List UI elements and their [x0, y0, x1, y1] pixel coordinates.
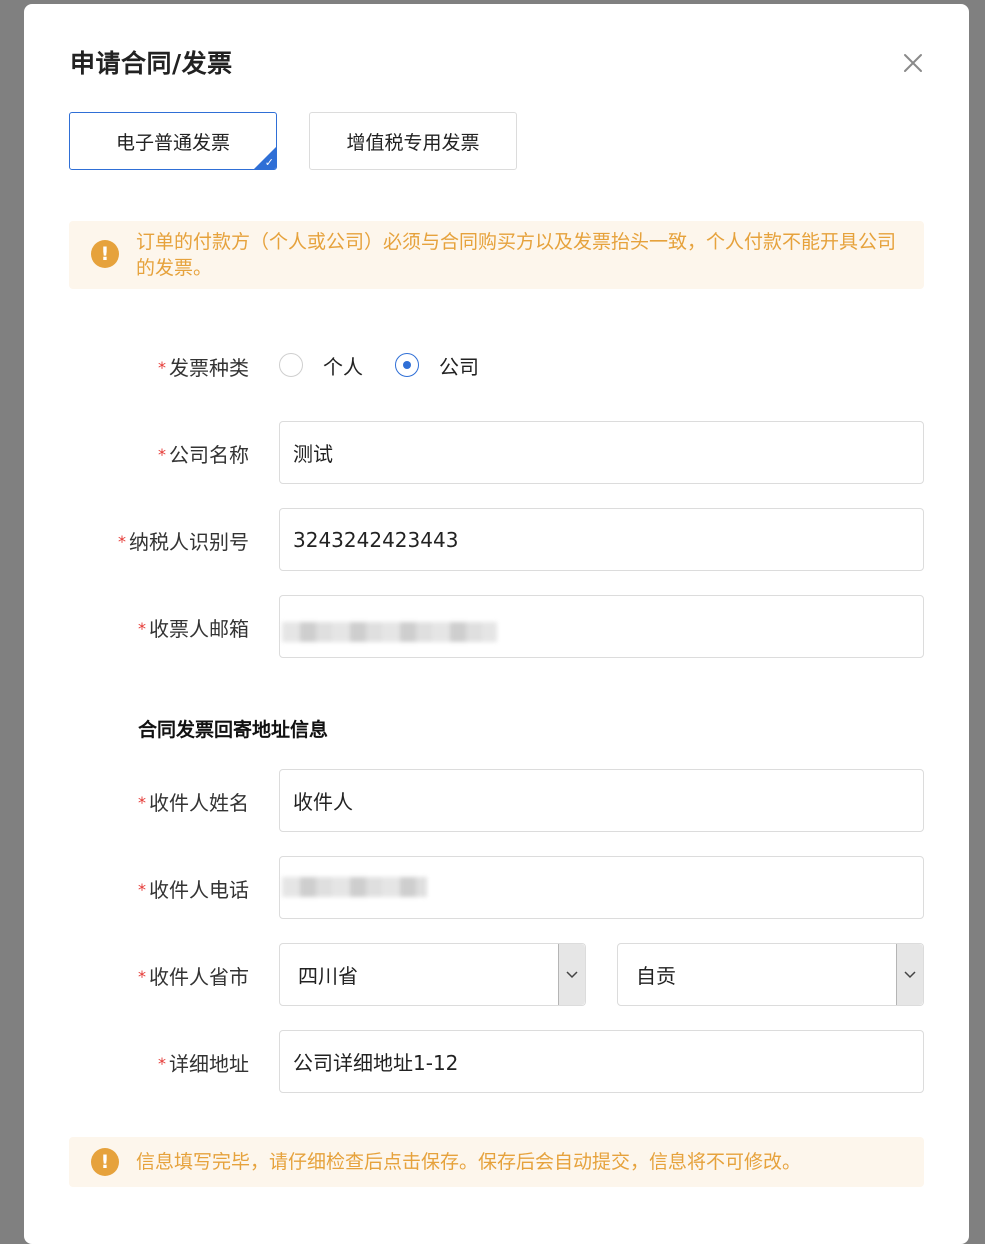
required-mark: * [158, 445, 166, 464]
close-icon[interactable] [902, 52, 924, 74]
radio-company[interactable]: 公司 [395, 351, 479, 380]
redacted-phone [282, 877, 427, 897]
radio-label: 公司 [439, 354, 479, 379]
label-text: 详细地址 [169, 1052, 249, 1076]
province-value: 四川省 [298, 964, 358, 988]
label-text: 收件人电话 [149, 878, 249, 902]
required-mark: * [138, 880, 146, 899]
bottom-warning-alert: ! 信息填写完毕，请仔细检查后点击保存。保存后会自动提交，信息将不可修改。 [69, 1137, 924, 1187]
recipient-name-label: * 收件人姓名 [138, 787, 249, 816]
required-mark: * [138, 967, 146, 986]
label-text: 纳税人识别号 [129, 530, 249, 554]
label-text: 发票种类 [169, 356, 249, 380]
radio-personal[interactable]: 个人 [279, 351, 363, 380]
invoice-type-label: * 发票种类 [158, 352, 249, 381]
company-name-label: * 公司名称 [158, 439, 249, 468]
tab-vat-invoice[interactable]: 增值税专用发票 [309, 112, 517, 170]
label-text: 收票人邮箱 [149, 617, 249, 641]
recipient-phone-label: * 收件人电话 [138, 874, 249, 903]
required-mark: * [138, 619, 146, 638]
address-label: * 详细地址 [158, 1048, 249, 1077]
exclamation-icon: ! [91, 1148, 119, 1176]
address-input[interactable]: 公司详细地址1-12 [279, 1030, 924, 1093]
alert-text: 订单的付款方（个人或公司）必须与合同购买方以及发票抬头一致，个人付款不能开具公司… [136, 231, 897, 279]
city-value: 自贡 [636, 964, 676, 988]
invoice-dialog: 申请合同/发票 电子普通发票 ✓ 增值税专用发票 ! 订单的付款方（个人或公司）… [24, 4, 969, 1244]
redacted-email [282, 622, 497, 642]
check-icon: ✓ [264, 156, 274, 169]
tab-label: 增值税专用发票 [346, 131, 480, 154]
radio-circle[interactable] [279, 353, 303, 377]
province-select[interactable]: 四川省 [279, 943, 586, 1006]
company-name-input[interactable]: 测试 [279, 421, 924, 484]
recipient-region-label: * 收件人省市 [138, 961, 249, 990]
exclamation-icon: ! [91, 240, 119, 268]
section-title: 合同发票回寄地址信息 [138, 719, 329, 741]
label-text: 公司名称 [169, 443, 249, 467]
invoice-type-radio-group: 个人 公司 [279, 347, 509, 383]
chevron-down-icon[interactable] [558, 944, 585, 1005]
label-text: 收件人省市 [149, 965, 249, 989]
city-select[interactable]: 自贡 [617, 943, 924, 1006]
taxpayer-id-input[interactable]: 3243242423443 [279, 508, 924, 571]
taxpayer-id-label: * 纳税人识别号 [118, 526, 249, 555]
dialog-title: 申请合同/发票 [70, 49, 233, 78]
required-mark: * [158, 358, 166, 377]
radio-label: 个人 [323, 354, 363, 379]
required-mark: * [118, 532, 126, 551]
required-mark: * [138, 793, 146, 812]
top-warning-alert: ! 订单的付款方（个人或公司）必须与合同购买方以及发票抬头一致，个人付款不能开具… [69, 221, 924, 289]
recipient-phone-input[interactable] [279, 856, 924, 919]
label-text: 收件人姓名 [149, 791, 249, 815]
alert-text: 信息填写完毕，请仔细检查后点击保存。保存后会自动提交，信息将不可修改。 [136, 1151, 802, 1173]
tab-electronic-invoice[interactable]: 电子普通发票 ✓ [69, 112, 277, 170]
tab-label: 电子普通发票 [115, 131, 230, 154]
email-label: * 收票人邮箱 [138, 613, 249, 642]
chevron-down-icon[interactable] [896, 944, 923, 1005]
email-input[interactable] [279, 595, 924, 658]
required-mark: * [158, 1054, 166, 1073]
radio-circle-checked[interactable] [395, 353, 419, 377]
recipient-name-input[interactable]: 收件人 [279, 769, 924, 832]
